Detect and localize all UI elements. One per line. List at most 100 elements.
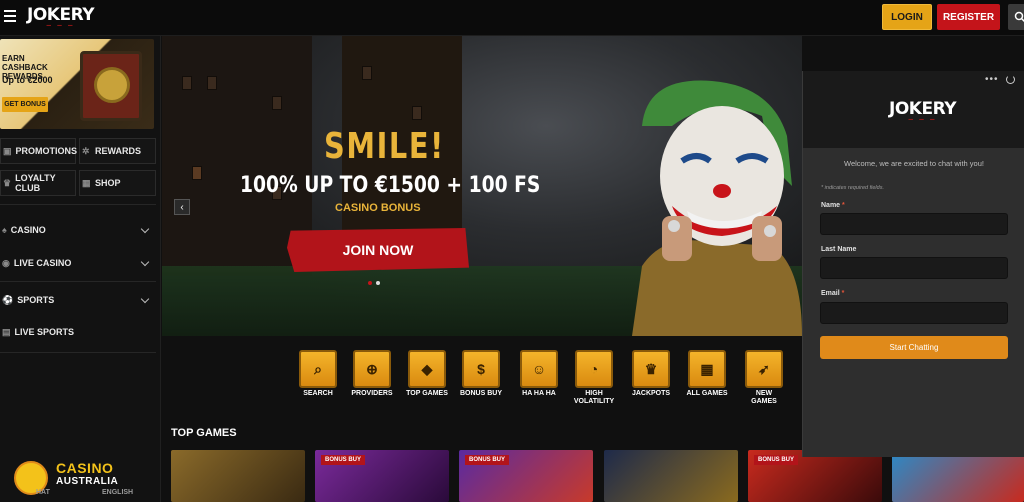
chat-tab-label[interactable]: HAT — [36, 489, 50, 496]
cashback-promo-banner[interactable]: EARN CASHBACK REWARDS Up to €2000 GET BO… — [0, 39, 154, 129]
live-sports-icon: ▤ — [2, 326, 11, 337]
crown-icon: ♛ — [632, 350, 670, 388]
sidebar-divider — [0, 204, 156, 205]
casino-australia-watermark: CASINO AUSTRALIA HAT ENGLISH — [14, 459, 144, 501]
hamburger-icon[interactable] — [4, 10, 16, 24]
watermark-line2: AUSTRALIA — [56, 476, 119, 487]
loyalty-club-button[interactable]: ♛ LOYALTY CLUB — [0, 170, 76, 196]
category-bonus-buy[interactable]: $ BONUS BUY — [460, 350, 502, 398]
sports-label: SPORTS — [17, 295, 55, 305]
carousel-prev-button[interactable]: ‹ — [174, 199, 190, 215]
email-label-text: Email — [821, 290, 840, 297]
game-tile[interactable]: BONUS BUY — [748, 450, 882, 502]
required-marker: * — [842, 202, 845, 209]
chat-welcome-text: Welcome, we are excited to chat with you… — [844, 159, 984, 168]
hero-subtitle: CASINO BONUS — [335, 202, 421, 214]
rewards-label: REWARDS — [95, 146, 142, 156]
carousel-dot[interactable] — [376, 281, 380, 285]
window — [362, 66, 372, 80]
login-button[interactable]: LOGIN — [882, 4, 932, 30]
category-top-games[interactable]: ◆ TOP GAMES — [406, 350, 448, 398]
carousel-dot-active[interactable] — [368, 281, 372, 285]
gauge-icon: ◔ — [575, 350, 613, 388]
category-all-games[interactable]: ▦ ALL GAMES — [686, 350, 728, 398]
category-search[interactable]: ⌕ SEARCH — [297, 350, 339, 398]
get-bonus-button[interactable]: GET BONUS — [2, 97, 48, 112]
chat-logo: JOKERY — — — — [889, 99, 957, 123]
name-field[interactable] — [820, 213, 1008, 235]
window — [192, 166, 202, 180]
loyalty-club-label: LOYALTY CLUB — [15, 173, 56, 193]
last-name-field[interactable] — [820, 257, 1008, 279]
power-icon[interactable] — [1006, 75, 1015, 84]
email-label: Email * — [821, 290, 844, 297]
sidebar-item-sports[interactable]: ⚽ SPORTS — [0, 285, 156, 315]
window — [182, 76, 192, 90]
category-ha-ha-ha[interactable]: ☺ HA HA HA — [518, 350, 560, 398]
game-tile[interactable] — [892, 450, 1024, 502]
chevron-down-icon — [140, 294, 150, 303]
category-label: NEW GAMES — [751, 390, 777, 405]
promotions-button[interactable]: ▣ PROMOTIONS — [0, 138, 77, 164]
sidebar-item-live-sports[interactable]: ▤ LIVE SPORTS — [0, 317, 156, 347]
hero-headline: SMILE! — [324, 126, 445, 167]
category-label: JACKPOTS — [631, 390, 671, 397]
game-tile[interactable]: BONUS BUY — [315, 450, 449, 502]
chat-logo-text: JOKERY — [889, 99, 957, 119]
grin-icon: ☺ — [520, 350, 558, 388]
joker-character-image — [632, 80, 802, 336]
sidebar-item-live-casino[interactable]: ◉ LIVE CASINO — [0, 248, 156, 278]
rocket-icon: ➶ — [745, 350, 783, 388]
window — [412, 106, 422, 120]
more-options-icon[interactable]: ••• — [985, 74, 999, 85]
category-providers[interactable]: ⊕ PROVIDERS — [351, 350, 393, 398]
site-logo[interactable]: JOKERY — — — — [27, 5, 95, 29]
category-label: PROVIDERS — [351, 390, 393, 397]
carousel-dots — [368, 281, 380, 285]
last-name-label-text: Last Name — [821, 246, 857, 253]
top-games-heading: TOP GAMES — [171, 427, 237, 439]
shop-icon: ▦ — [82, 177, 91, 188]
casino-label: CASINO — [10, 225, 46, 235]
category-label: HIGH VOLATILITY — [573, 390, 615, 405]
category-label: SEARCH — [303, 390, 333, 397]
register-button[interactable]: REGISTER — [937, 4, 1000, 30]
live-icon: ◉ — [2, 257, 10, 268]
rewards-button[interactable]: ✲ REWARDS — [79, 138, 156, 164]
last-name-label: Last Name — [821, 246, 856, 253]
globe-icon: ⊕ — [353, 350, 391, 388]
live-casino-label: LIVE CASINO — [13, 258, 72, 268]
hero-banner[interactable]: SMILE! 100% UP TO €1500 + 100 FS CASINO … — [162, 36, 802, 336]
category-jackpots[interactable]: ♛ JACKPOTS — [630, 350, 672, 398]
game-tile[interactable] — [171, 450, 305, 502]
sidebar-item-casino[interactable]: ♠ CASINO — [0, 215, 156, 245]
language-label[interactable]: ENGLISH — [102, 489, 133, 496]
gear-icon: ✲ — [82, 145, 90, 156]
name-label-text: Name — [821, 202, 841, 209]
category-high-volatility[interactable]: ◔ HIGH VOLATILITY — [573, 350, 615, 406]
game-tile[interactable]: BONUS BUY — [459, 450, 593, 502]
cards-icon: ♠ — [2, 225, 7, 235]
search-icon: ⌕ — [299, 350, 337, 388]
bonus-buy-badge: BONUS BUY — [465, 455, 510, 465]
top-header: JOKERY — — — LOGIN REGISTER — [0, 0, 1024, 36]
chat-widget: ••• JOKERY — — — Welcome, we are excited… — [802, 71, 1024, 457]
bonus-buy-badge: BONUS BUY — [754, 455, 799, 465]
join-now-button[interactable]: JOIN NOW — [287, 228, 469, 272]
chevron-down-icon — [140, 257, 150, 266]
window — [207, 76, 217, 90]
promo-amount: Up to €2000 — [2, 75, 53, 85]
chevron-left-icon: ‹ — [180, 201, 184, 213]
category-new-games[interactable]: ➶ NEW GAMES — [743, 350, 785, 406]
diamond-icon: ◆ — [408, 350, 446, 388]
shop-button[interactable]: ▦ SHOP — [79, 170, 156, 196]
bonus-buy-badge: BONUS BUY — [321, 455, 366, 465]
search-icon — [1014, 11, 1024, 23]
email-field[interactable] — [820, 302, 1008, 324]
header-search-button[interactable] — [1008, 4, 1024, 30]
chat-header: ••• JOKERY — — — — [803, 71, 1024, 148]
game-tile[interactable] — [604, 450, 738, 502]
start-chatting-button[interactable]: Start Chatting — [820, 336, 1008, 359]
shop-label: SHOP — [95, 178, 121, 188]
sidebar: EARN CASHBACK REWARDS Up to €2000 GET BO… — [0, 36, 161, 502]
